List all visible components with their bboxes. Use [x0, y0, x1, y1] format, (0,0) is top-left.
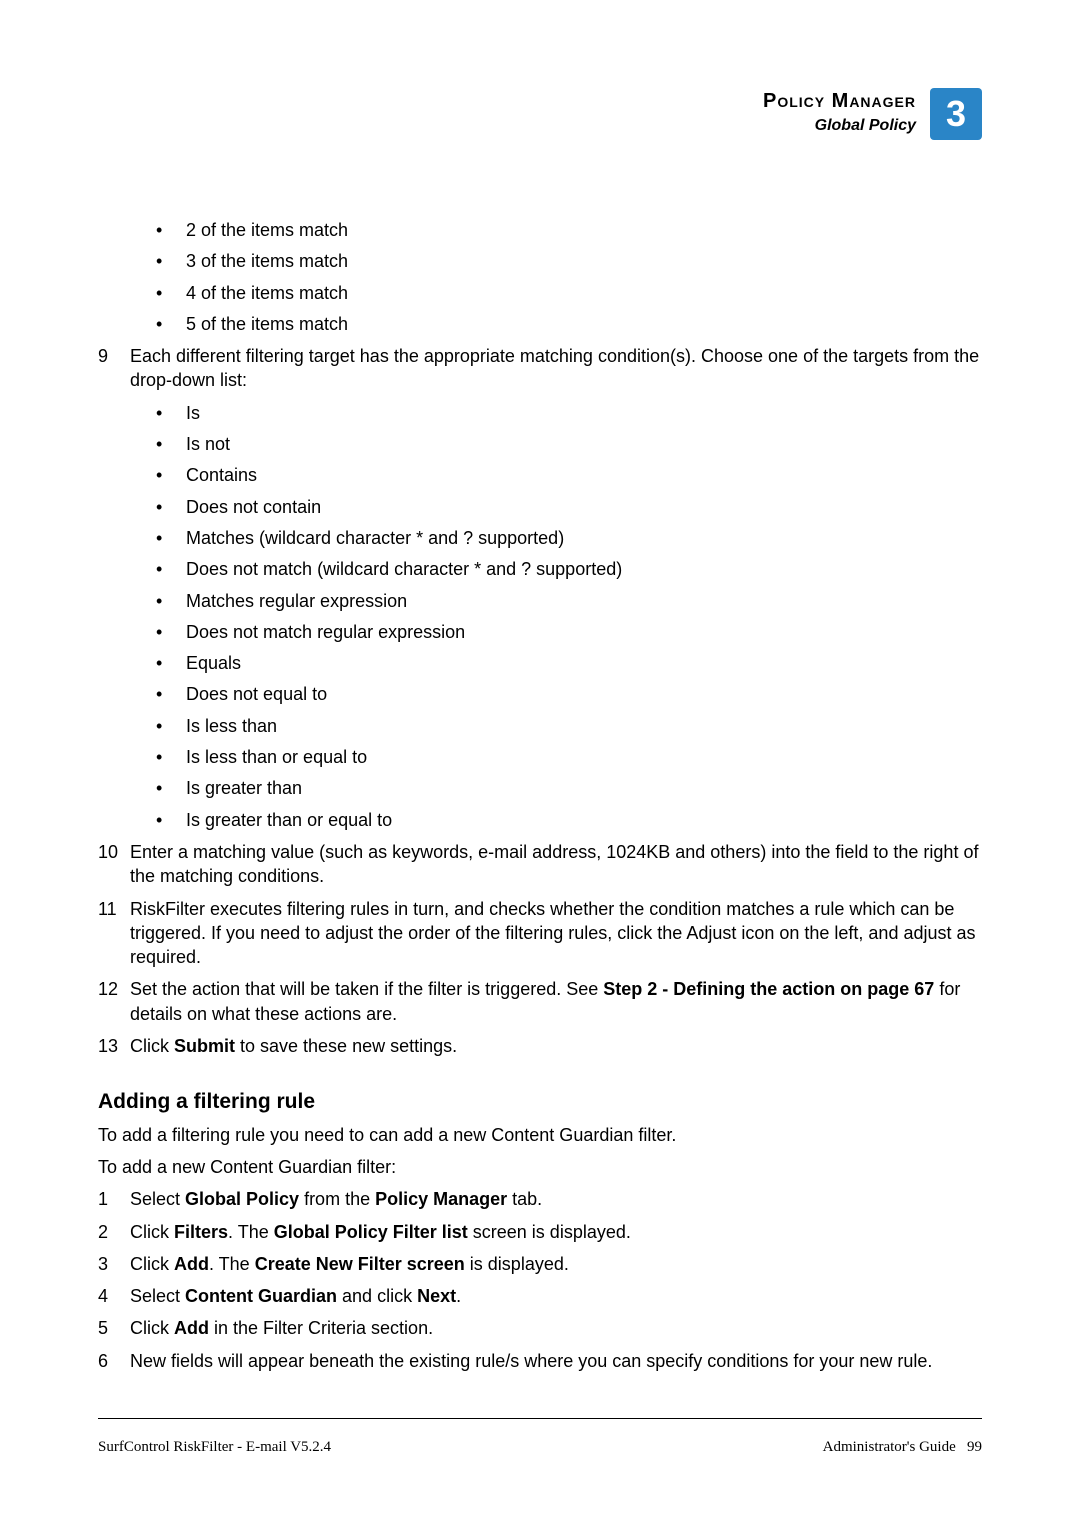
text-fragment: from the — [299, 1189, 375, 1209]
list-item: 3 of the items match — [156, 249, 982, 273]
list-item: Does not match regular expression — [156, 620, 982, 644]
text-fragment: Click — [130, 1222, 174, 1242]
step-number: 4 — [98, 1284, 122, 1308]
header-text: Policy Manager Global Policy — [763, 88, 916, 137]
step-text: Each different filtering target has the … — [130, 344, 982, 393]
list-item: Contains — [156, 463, 982, 487]
list-item: Does not contain — [156, 495, 982, 519]
list-item: Matches regular expression — [156, 589, 982, 613]
step-text: Select Global Policy from the Policy Man… — [130, 1187, 982, 1211]
bold-term: Filters — [174, 1222, 228, 1242]
step-number: 12 — [98, 977, 122, 1026]
step-text: Click Filters. The Global Policy Filter … — [130, 1220, 982, 1244]
step-number: 9 — [98, 344, 122, 393]
footer-rule — [98, 1418, 982, 1419]
step-text: RiskFilter executes filtering rules in t… — [130, 897, 982, 970]
text-fragment: in the Filter Criteria section. — [209, 1318, 433, 1338]
list-item: Matches (wildcard character * and ? supp… — [156, 526, 982, 550]
list-item: Does not equal to — [156, 682, 982, 706]
list-item: 5 of the items match — [156, 312, 982, 336]
list-item: Is — [156, 401, 982, 425]
add-step-2: 2 Click Filters. The Global Policy Filte… — [98, 1220, 982, 1244]
header-title: Policy Manager — [763, 88, 916, 115]
text-fragment: . The — [228, 1222, 274, 1242]
text-fragment: tab. — [507, 1189, 542, 1209]
step-12: 12 Set the action that will be taken if … — [98, 977, 982, 1026]
step-number: 5 — [98, 1316, 122, 1340]
bold-submit: Submit — [174, 1036, 235, 1056]
text-fragment: is displayed. — [465, 1254, 569, 1274]
list-item: Is less than — [156, 714, 982, 738]
body-content: 2 of the items match 3 of the items matc… — [98, 218, 982, 1373]
section-intro-2: To add a new Content Guardian filter: — [98, 1155, 982, 1179]
step-text: Select Content Guardian and click Next. — [130, 1284, 982, 1308]
text-fragment: . — [456, 1286, 461, 1306]
add-step-1: 1 Select Global Policy from the Policy M… — [98, 1187, 982, 1211]
step-number: 3 — [98, 1252, 122, 1276]
footer-product: SurfControl RiskFilter - E-mail V5.2.4 — [98, 1437, 331, 1457]
bold-reference: Step 2 - Defining the action on page 67 — [603, 979, 934, 999]
text-fragment: to save these new settings. — [235, 1036, 457, 1056]
step-9: 9 Each different filtering target has th… — [98, 344, 982, 393]
section-intro-1: To add a filtering rule you need to can … — [98, 1123, 982, 1147]
text-fragment: Click — [130, 1036, 174, 1056]
step-number: 6 — [98, 1349, 122, 1373]
text-fragment: Select — [130, 1286, 185, 1306]
step-13: 13 Click Submit to save these new settin… — [98, 1034, 982, 1058]
list-item: Is not — [156, 432, 982, 456]
step-text: Click Add in the Filter Criteria section… — [130, 1316, 982, 1340]
step-number: 2 — [98, 1220, 122, 1244]
text-fragment: . The — [209, 1254, 255, 1274]
step-text: Click Submit to save these new settings. — [130, 1034, 982, 1058]
bold-term: Content Guardian — [185, 1286, 337, 1306]
bold-term: Global Policy — [185, 1189, 299, 1209]
list-item: Does not match (wildcard character * and… — [156, 557, 982, 581]
match-count-list: 2 of the items match 3 of the items matc… — [156, 218, 982, 336]
bold-term: Global Policy Filter list — [274, 1222, 468, 1242]
header-subtitle: Global Policy — [763, 115, 916, 137]
list-item: Is greater than or equal to — [156, 808, 982, 832]
section-heading: Adding a filtering rule — [98, 1088, 982, 1116]
bold-term: Next — [417, 1286, 456, 1306]
add-step-3: 3 Click Add. The Create New Filter scree… — [98, 1252, 982, 1276]
step-number: 1 — [98, 1187, 122, 1211]
bold-term: Add — [174, 1318, 209, 1338]
bold-term: Add — [174, 1254, 209, 1274]
text-fragment: screen is displayed. — [468, 1222, 631, 1242]
list-item: Is less than or equal to — [156, 745, 982, 769]
step-text: New fields will appear beneath the exist… — [130, 1349, 982, 1373]
list-item: 2 of the items match — [156, 218, 982, 242]
text-fragment: Set the action that will be taken if the… — [130, 979, 603, 999]
page-header: Policy Manager Global Policy 3 — [98, 88, 982, 140]
list-item: 4 of the items match — [156, 281, 982, 305]
condition-list: Is Is not Contains Does not contain Matc… — [156, 401, 982, 832]
step-number: 13 — [98, 1034, 122, 1058]
step-number: 10 — [98, 840, 122, 889]
step-text: Set the action that will be taken if the… — [130, 977, 982, 1026]
bold-term: Policy Manager — [375, 1189, 507, 1209]
footer-doc-title: Administrator's Guide — [823, 1439, 956, 1455]
step-10: 10 Enter a matching value (such as keywo… — [98, 840, 982, 889]
step-text: Click Add. The Create New Filter screen … — [130, 1252, 982, 1276]
add-step-4: 4 Select Content Guardian and click Next… — [98, 1284, 982, 1308]
step-11: 11 RiskFilter executes filtering rules i… — [98, 897, 982, 970]
list-item: Is greater than — [156, 776, 982, 800]
bold-term: Create New Filter screen — [255, 1254, 465, 1274]
page-footer: SurfControl RiskFilter - E-mail V5.2.4 A… — [98, 1418, 982, 1457]
text-fragment: Click — [130, 1254, 174, 1274]
step-text: Enter a matching value (such as keywords… — [130, 840, 982, 889]
text-fragment: and click — [337, 1286, 417, 1306]
page-number: 99 — [967, 1439, 982, 1455]
text-fragment: Click — [130, 1318, 174, 1338]
add-step-6: 6 New fields will appear beneath the exi… — [98, 1349, 982, 1373]
footer-right: Administrator's Guide 99 — [823, 1437, 982, 1457]
chapter-number-box: 3 — [930, 88, 982, 140]
list-item: Equals — [156, 651, 982, 675]
step-number: 11 — [98, 897, 122, 970]
add-step-5: 5 Click Add in the Filter Criteria secti… — [98, 1316, 982, 1340]
text-fragment: Select — [130, 1189, 185, 1209]
